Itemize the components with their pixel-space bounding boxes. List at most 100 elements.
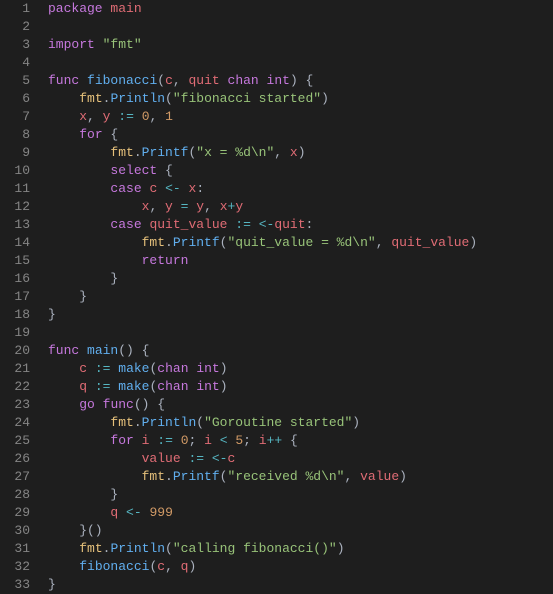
- token-pn: ,: [87, 109, 103, 124]
- code-line[interactable]: select {: [48, 162, 553, 180]
- token-pn: ,: [274, 145, 290, 160]
- token-kw: chan: [157, 361, 188, 376]
- line-number: 10: [0, 162, 30, 180]
- token-pn: [134, 109, 142, 124]
- code-line[interactable]: q := make(chan int): [48, 378, 553, 396]
- line-number: 28: [0, 486, 30, 504]
- code-line[interactable]: }: [48, 576, 553, 594]
- token-id: c: [165, 73, 173, 88]
- token-id: x: [220, 199, 228, 214]
- code-line[interactable]: x, y := 0, 1: [48, 108, 553, 126]
- token-pn: [48, 181, 110, 196]
- token-kw: return: [142, 253, 189, 268]
- code-line[interactable]: x, y = y, x+y: [48, 198, 553, 216]
- code-line[interactable]: value := <-c: [48, 450, 553, 468]
- code-line[interactable]: q <- 999: [48, 504, 553, 522]
- token-pn: [95, 397, 103, 412]
- code-line[interactable]: fmt.Printf("x = %d\n", x): [48, 144, 553, 162]
- code-line[interactable]: func fibonacci(c, quit chan int) {: [48, 72, 553, 90]
- token-pn: [48, 559, 79, 574]
- token-op: <: [220, 433, 228, 448]
- token-fn: Println: [110, 91, 165, 106]
- token-pn: }: [48, 487, 118, 502]
- code-line[interactable]: go func() {: [48, 396, 553, 414]
- token-pn: [134, 433, 142, 448]
- code-line[interactable]: fmt.Println("Goroutine started"): [48, 414, 553, 432]
- token-pn: }: [48, 271, 118, 286]
- code-line[interactable]: }: [48, 270, 553, 288]
- code-line[interactable]: return: [48, 252, 553, 270]
- code-line[interactable]: fmt.Println("fibonacci started"): [48, 90, 553, 108]
- token-pn: }: [48, 577, 56, 592]
- code-line[interactable]: [48, 54, 553, 72]
- token-pn: ): [352, 415, 360, 430]
- token-pn: [173, 433, 181, 448]
- token-fn: fibonacci: [87, 73, 157, 88]
- token-pn: [220, 73, 228, 88]
- token-id: q: [79, 379, 87, 394]
- token-pn: ,: [204, 199, 220, 214]
- token-str: "received %d\n": [227, 469, 344, 484]
- code-line[interactable]: for {: [48, 126, 553, 144]
- code-line[interactable]: case c <- x:: [48, 180, 553, 198]
- line-number: 13: [0, 216, 30, 234]
- code-line[interactable]: case quit_value := <-quit:: [48, 216, 553, 234]
- token-pn: [259, 73, 267, 88]
- token-kw: for: [110, 433, 133, 448]
- token-pn: :: [196, 181, 204, 196]
- token-fn: make: [118, 361, 149, 376]
- token-ty: int: [267, 73, 290, 88]
- code-line[interactable]: import "fmt": [48, 36, 553, 54]
- token-pn: [48, 541, 79, 556]
- line-number: 15: [0, 252, 30, 270]
- code-editor: 1234567891011121314151617181920212223242…: [0, 0, 553, 594]
- token-pn: ): [188, 559, 196, 574]
- code-line[interactable]: c := make(chan int): [48, 360, 553, 378]
- token-id: x: [290, 145, 298, 160]
- code-line[interactable]: fibonacci(c, q): [48, 558, 553, 576]
- line-number: 1: [0, 0, 30, 18]
- token-op: <-: [165, 181, 181, 196]
- token-kw: func: [48, 73, 79, 88]
- token-ty: int: [196, 379, 219, 394]
- token-op: :=: [95, 361, 111, 376]
- code-line[interactable]: }: [48, 486, 553, 504]
- token-pn: () {: [134, 397, 165, 412]
- token-kw: chan: [157, 379, 188, 394]
- token-pn: [48, 397, 79, 412]
- code-line[interactable]: package main: [48, 0, 553, 18]
- line-number: 20: [0, 342, 30, 360]
- token-num: 5: [235, 433, 243, 448]
- token-op: <-: [126, 505, 142, 520]
- code-line[interactable]: }: [48, 306, 553, 324]
- token-id: i: [204, 433, 212, 448]
- token-pn: (: [157, 73, 165, 88]
- token-num: 0: [142, 109, 150, 124]
- token-op: <-: [212, 451, 228, 466]
- line-number: 18: [0, 306, 30, 324]
- token-pn: [48, 217, 110, 232]
- token-id: c: [79, 361, 87, 376]
- token-fn: Printf: [173, 235, 220, 250]
- code-line[interactable]: fmt.Printf("received %d\n", value): [48, 468, 553, 486]
- code-line[interactable]: fmt.Println("calling fibonacci()"): [48, 540, 553, 558]
- token-pn: [48, 145, 110, 160]
- token-id: main: [110, 1, 141, 16]
- code-line[interactable]: }: [48, 288, 553, 306]
- code-line[interactable]: fmt.Printf("quit_value = %d\n", quit_val…: [48, 234, 553, 252]
- token-pn: [48, 127, 79, 142]
- token-id: x: [79, 109, 87, 124]
- token-pn: .: [165, 235, 173, 250]
- code-line[interactable]: func main() {: [48, 342, 553, 360]
- code-line[interactable]: for i := 0; i < 5; i++ {: [48, 432, 553, 450]
- token-pn: {: [282, 433, 298, 448]
- code-line[interactable]: [48, 324, 553, 342]
- token-pn: ;: [189, 433, 205, 448]
- line-number: 31: [0, 540, 30, 558]
- code-line[interactable]: }(): [48, 522, 553, 540]
- line-number: 27: [0, 468, 30, 486]
- token-pn: ,: [149, 199, 165, 214]
- token-pn: ;: [243, 433, 259, 448]
- code-area[interactable]: package mainimport "fmt"func fibonacci(c…: [48, 0, 553, 594]
- code-line[interactable]: [48, 18, 553, 36]
